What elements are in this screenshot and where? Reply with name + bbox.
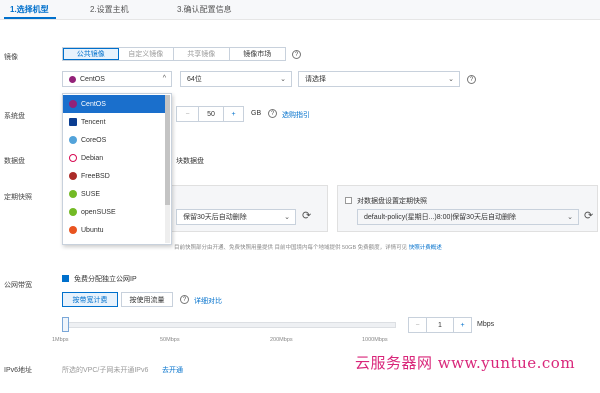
snapshot-billing-link[interactable]: 快照计费概述 (409, 245, 442, 251)
system-snapshot-policy-select[interactable]: 保留30天后自动删除 ⌄ (176, 209, 296, 225)
chevron-down-icon: ⌄ (280, 76, 286, 83)
centos-icon (69, 75, 76, 83)
os-option-ubuntu[interactable]: Ubuntu (63, 221, 166, 239)
os-option-suse[interactable]: SUSE (63, 185, 166, 203)
debian-icon (69, 154, 77, 162)
dropdown-scrollbar[interactable] (165, 95, 170, 243)
os-option-tencent[interactable]: Tencent (63, 113, 166, 131)
suse-icon (69, 190, 77, 198)
os-select[interactable]: CentOS ^ (62, 71, 172, 87)
slider-tick-label: 1Mbps (52, 337, 69, 343)
system-disk-size[interactable]: 50 (199, 107, 223, 121)
system-snapshot-policy-value: 保留30天后自动删除 (183, 214, 247, 221)
data-snapshot-policy-select[interactable]: default-policy(星期日...)8:00|保留30天后自动删除 ⌄ (357, 209, 579, 225)
os-option-label: Tencent (81, 118, 106, 126)
data-disk-label: 数据盘 (4, 158, 25, 165)
image-type-tabs: 公共镜像 自定义镜像 共享镜像 镜像市场 (62, 47, 286, 61)
ipv6-text: 所选的VPC/子网未开通IPv6 (62, 367, 149, 374)
data-snapshot-checkbox-label: 对数据盘设置定期快照 (357, 198, 427, 205)
bits-select[interactable]: 64位 ⌄ (180, 71, 292, 87)
os-option-coreos[interactable]: CoreOS (63, 131, 166, 149)
refresh-icon[interactable]: ⟳ (584, 209, 593, 222)
tencent-icon (69, 118, 77, 126)
step-3[interactable]: 3.确认配置信息 (177, 4, 232, 15)
purchase-guide-link[interactable]: 选购指引 (282, 110, 310, 120)
os-select-value: CentOS (80, 75, 105, 83)
page-root: 1.选择机型 2.设置主机 3.确认配置信息 镜像 公共镜像 自定义镜像 共享镜… (0, 0, 600, 393)
steps-bar: 1.选择机型 2.设置主机 3.确认配置信息 (0, 0, 600, 20)
slider-tick-label: 1000Mbps (362, 337, 388, 343)
bandwidth-label: 公网带宽 (4, 282, 32, 289)
bandwidth-slider-track[interactable] (62, 322, 396, 328)
refresh-icon[interactable]: ⟳ (302, 209, 311, 222)
freebsd-icon (69, 172, 77, 180)
os-option-label: CentOS (81, 100, 106, 108)
slider-tick-label: 200Mbps (270, 337, 293, 343)
chevron-down-icon: ⌄ (284, 214, 290, 221)
free-ip-label: 免费分配独立公网IP (74, 276, 137, 283)
bandwidth-billing-button[interactable]: 按带宽计费 (62, 292, 118, 307)
tab-shared-image[interactable]: 共享镜像 (174, 48, 230, 60)
increase-button[interactable]: + (223, 107, 243, 121)
chevron-down-icon: ⌄ (448, 76, 454, 83)
ipv6-label: IPv6地址 (4, 367, 33, 374)
bandwidth-slider-handle[interactable] (62, 317, 69, 332)
os-dropdown-menu: CentOS Tencent CoreOS Debian FreeBSD SUS… (62, 93, 172, 245)
os-option-centos[interactable]: CentOS (63, 95, 166, 113)
free-ip-checkbox[interactable] (62, 275, 69, 282)
dropdown-scrollbar-thumb[interactable] (165, 95, 170, 205)
system-disk-label: 系统盘 (4, 113, 25, 120)
add-data-disk-text[interactable]: 块数据盘 (176, 156, 204, 166)
decrease-button[interactable]: − (409, 318, 427, 332)
os-option-debian[interactable]: Debian (63, 149, 166, 167)
increase-button[interactable]: + (453, 318, 471, 332)
watermark-text: 云服务器网 www.yuntue.com (355, 354, 576, 372)
system-disk-stepper: − 50 + (176, 106, 244, 122)
version-select-placeholder: 请选择 (305, 76, 326, 83)
ubuntu-icon (69, 226, 77, 234)
chevron-down-icon: ⌄ (567, 214, 573, 221)
snapshot-note-text: 目前快照部分由开通、免费快照用量提供 目前中国境内每个地域提供 50GB 免费额… (174, 245, 408, 251)
detail-compare-link[interactable]: 详细对比 (194, 296, 222, 306)
help-icon[interactable]: ? (467, 75, 476, 84)
tab-custom-image[interactable]: 自定义镜像 (119, 48, 175, 60)
os-option-opensuse[interactable]: openSUSE (63, 203, 166, 221)
tab-image-market[interactable]: 镜像市场 (230, 48, 285, 60)
os-option-label: Debian (81, 154, 104, 162)
os-option-freebsd[interactable]: FreeBSD (63, 167, 166, 185)
slider-tick-label: 50Mbps (160, 337, 180, 343)
version-select[interactable]: 请选择 ⌄ (298, 71, 460, 87)
traffic-billing-button[interactable]: 按使用流量 (121, 292, 173, 307)
os-option-label: SUSE (81, 190, 101, 198)
bandwidth-unit: Mbps (477, 321, 495, 328)
step-2[interactable]: 2.设置主机 (90, 4, 129, 15)
coreos-icon (69, 136, 77, 144)
data-snapshot-checkbox[interactable] (345, 197, 352, 204)
decrease-button[interactable]: − (177, 107, 199, 121)
help-icon[interactable]: ? (292, 50, 301, 59)
active-step-underline (4, 17, 56, 19)
os-option-label: FreeBSD (81, 172, 110, 180)
opensuse-icon (69, 208, 77, 216)
bandwidth-value[interactable]: 1 (427, 318, 453, 332)
centos-icon (69, 100, 77, 108)
os-option-label: CoreOS (81, 136, 107, 144)
system-disk-unit: GB (251, 110, 262, 117)
bits-select-value: 64位 (187, 76, 202, 83)
tab-public-image[interactable]: 公共镜像 (63, 48, 119, 60)
snapshot-label: 定期快照 (4, 194, 32, 201)
snapshot-note: 目前快照部分由开通、免费快照用量提供 目前中国境内每个地域提供 50GB 免费额… (174, 243, 442, 251)
chevron-up-icon: ^ (162, 75, 166, 82)
bandwidth-stepper: − 1 + (408, 317, 472, 333)
step-1[interactable]: 1.选择机型 (10, 4, 49, 15)
data-snapshot-policy-value: default-policy(星期日...)8:00|保留30天后自动删除 (364, 214, 516, 221)
image-label: 镜像 (4, 54, 18, 61)
help-icon[interactable]: ? (268, 109, 277, 118)
ipv6-enable-link[interactable]: 去开通 (162, 365, 183, 375)
help-icon[interactable]: ? (180, 295, 189, 304)
os-option-label: openSUSE (81, 208, 116, 216)
os-option-label: Ubuntu (81, 226, 104, 234)
